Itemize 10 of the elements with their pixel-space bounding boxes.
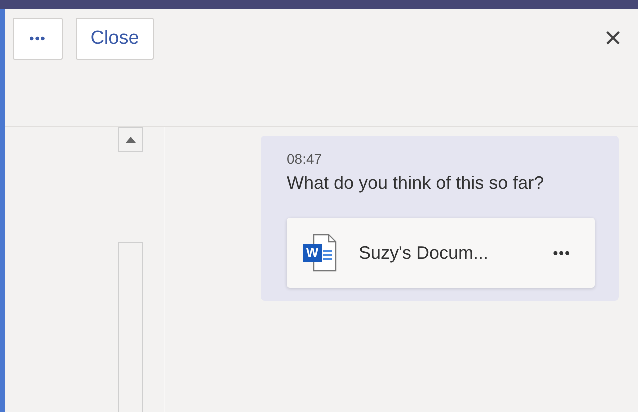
more-button[interactable]: ••• xyxy=(13,18,63,60)
message-time: 08:47 xyxy=(287,150,324,168)
close-button[interactable]: Close xyxy=(76,18,154,60)
scrollbar-thumb[interactable] xyxy=(118,242,143,412)
triangle-up-icon xyxy=(126,136,136,142)
message-text: What do you think of this so far? xyxy=(287,172,546,195)
attachment-card[interactable]: W Suzy's Docum... ••• xyxy=(287,218,595,288)
attachment-more-button[interactable]: ••• xyxy=(553,242,571,264)
attachment-name: Suzy's Docum... xyxy=(359,242,488,265)
scroll-up-button[interactable] xyxy=(118,127,143,152)
